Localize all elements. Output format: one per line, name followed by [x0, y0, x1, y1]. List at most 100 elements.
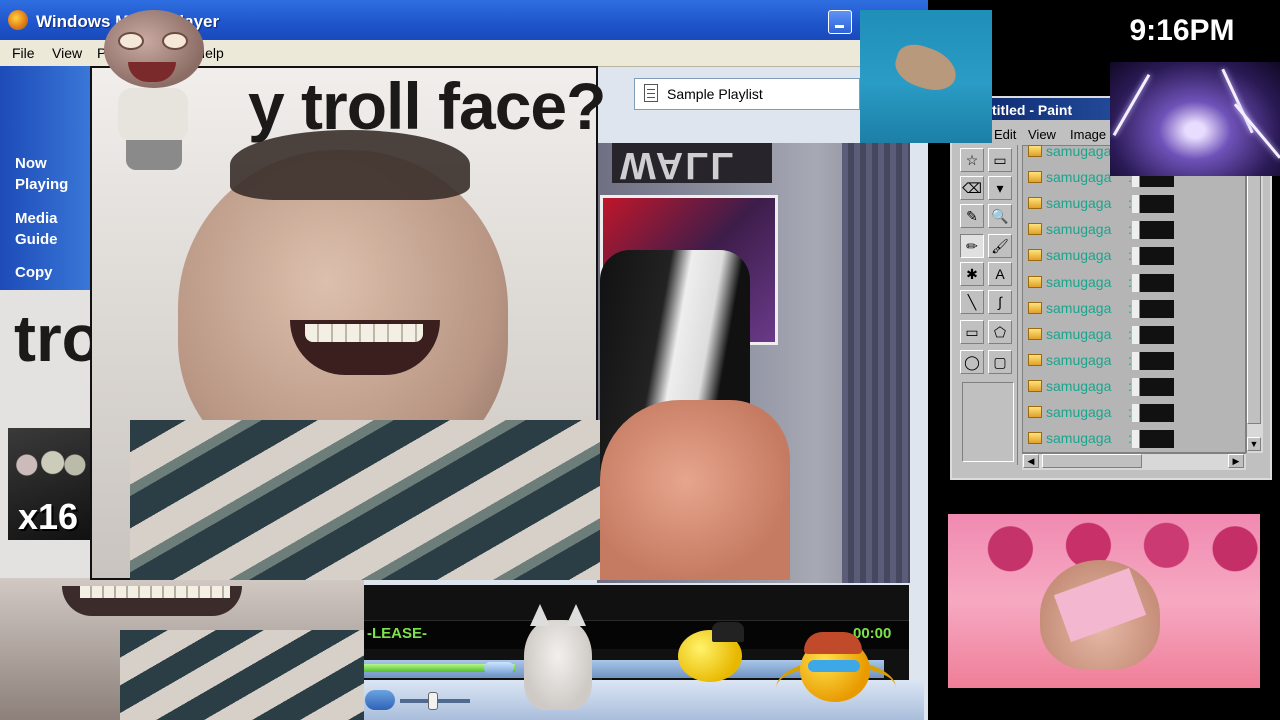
sidebar-item-copy[interactable]: Copy: [15, 262, 85, 283]
chat-username: samugaga: [1046, 378, 1112, 394]
chat-emote-image: [1132, 274, 1174, 292]
volume-handle[interactable]: [428, 692, 438, 710]
chat-emote-image: [1132, 404, 1174, 422]
rectangle-tool-icon[interactable]: ▭: [960, 320, 984, 344]
chat-username: samugaga: [1046, 326, 1112, 342]
airbrush-tool-icon[interactable]: ✱: [960, 262, 984, 286]
troll-sticker-eye: [162, 32, 188, 50]
person-shoulder: [600, 400, 790, 580]
grin-teeth: [80, 586, 230, 598]
cat-ear-left: [530, 604, 550, 626]
scroll-right-arrow-icon[interactable]: ▶: [1228, 454, 1244, 468]
dancing-emoji-glasses: [808, 660, 860, 672]
smiley-hat: [712, 622, 744, 642]
chat-message: samugaga:: [1026, 350, 1246, 372]
wall-sign-text: WALL: [620, 144, 736, 186]
sidebar-item-now-playing[interactable]: Now Playing: [15, 153, 85, 195]
chat-username: samugaga: [1046, 247, 1112, 263]
chat-emote-image: [1132, 221, 1174, 239]
chat-message: samugaga:: [1026, 324, 1246, 346]
troll-caption: y troll face?: [248, 69, 606, 143]
menu-view[interactable]: View: [52, 45, 82, 61]
fill-tool-icon[interactable]: ▾: [988, 176, 1012, 200]
multiplier-label: x16: [18, 496, 79, 537]
pencil-tool-icon[interactable]: ✏: [960, 234, 984, 258]
chat-username: samugaga: [1046, 430, 1112, 446]
free-select-tool-icon[interactable]: ☆: [960, 148, 984, 172]
paint-menu-view[interactable]: View: [1028, 127, 1056, 142]
chat-emote-image: [1132, 300, 1174, 318]
chat-message: samugaga:: [1026, 272, 1246, 294]
eraser-tool-icon[interactable]: ⌫: [960, 176, 984, 200]
crown-badge-icon: [1028, 223, 1042, 235]
mute-button[interactable]: [365, 690, 395, 710]
crown-badge-icon: [1028, 171, 1042, 183]
chat-username: samugaga: [1046, 352, 1112, 368]
track-title: -LEASE-: [367, 625, 427, 642]
chat-emote-image: [1132, 352, 1174, 370]
chat-emote-image: [1132, 378, 1174, 396]
troll-sticker-body: [118, 88, 188, 142]
chat-username: samugaga: [1046, 404, 1112, 420]
chat-emote-image: [1132, 326, 1174, 344]
seek-handle[interactable]: [484, 662, 514, 674]
sidebar-item-media-guide[interactable]: Media Guide: [15, 208, 85, 250]
chat-message: samugaga:: [1026, 402, 1246, 424]
color-picker-tool-icon[interactable]: ✎: [960, 204, 984, 228]
paint-title: titled - Paint: [992, 102, 1073, 118]
line-tool-icon[interactable]: ╲: [960, 290, 984, 314]
minimize-button[interactable]: [828, 10, 852, 34]
left-caption: tro: [14, 301, 102, 375]
chat-message: samugaga:: [1026, 245, 1246, 267]
chat-username: samugaga: [1046, 143, 1112, 159]
clock: 9:16PM: [1129, 14, 1235, 47]
chat-message: samugaga:: [1026, 376, 1246, 398]
lightning-cat-image: [1110, 62, 1280, 176]
select-tool-icon[interactable]: ▭: [988, 148, 1012, 172]
curve-tool-icon[interactable]: ∫: [988, 290, 1012, 314]
cat-ear-right: [566, 604, 586, 626]
playlist-label: Sample Playlist: [667, 86, 763, 102]
paint-menu-image[interactable]: Image: [1070, 127, 1106, 142]
rounded-rect-tool-icon[interactable]: ▢: [988, 350, 1012, 374]
chat-username: samugaga: [1046, 169, 1112, 185]
scroll-left-arrow-icon[interactable]: ◀: [1023, 454, 1039, 468]
crown-badge-icon: [1028, 380, 1042, 392]
ellipse-tool-icon[interactable]: ◯: [960, 350, 984, 374]
scroll-down-arrow-icon[interactable]: ▼: [1247, 437, 1261, 451]
vertical-scroll-thumb[interactable]: [1247, 172, 1261, 424]
chat-emote-image: [1132, 247, 1174, 265]
band-faces: [12, 440, 86, 490]
crown-badge-icon: [1028, 406, 1042, 418]
brush-tool-icon[interactable]: 🖌: [988, 234, 1012, 258]
dancing-emoji-hat: [804, 632, 862, 654]
cat-sticker: [524, 620, 592, 710]
chat-username: samugaga: [1046, 300, 1112, 316]
crown-badge-icon: [1028, 249, 1042, 261]
chat-username: samugaga: [1046, 274, 1112, 290]
crown-badge-icon: [1028, 302, 1042, 314]
striped-shirt: [120, 630, 364, 720]
crown-badge-icon: [1028, 354, 1042, 366]
paint-menu-edit[interactable]: Edit: [994, 127, 1016, 142]
teeth: [305, 324, 423, 342]
striped-shirt: [130, 420, 600, 580]
polygon-tool-icon[interactable]: ⬠: [988, 320, 1012, 344]
menu-file[interactable]: File: [12, 45, 35, 61]
chat-message: samugaga:: [1026, 428, 1246, 450]
crown-badge-icon: [1028, 432, 1042, 444]
magnifier-tool-icon[interactable]: 🔍: [988, 204, 1012, 228]
chat-emote-image: [1132, 430, 1174, 448]
tool-options-box[interactable]: [962, 382, 1014, 462]
chat-message: samugaga:: [1026, 219, 1246, 241]
chat-message: samugaga:: [1026, 193, 1246, 215]
crown-badge-icon: [1028, 276, 1042, 288]
horizontal-scroll-thumb[interactable]: [1042, 454, 1142, 468]
troll-sticker-eye: [118, 32, 144, 50]
crown-badge-icon: [1028, 197, 1042, 209]
chat-username: samugaga: [1046, 195, 1112, 211]
chat-username: samugaga: [1046, 221, 1112, 237]
playlist-icon: [644, 84, 658, 102]
text-tool-icon[interactable]: A: [988, 262, 1012, 286]
media-player-logo-icon: [8, 10, 28, 30]
